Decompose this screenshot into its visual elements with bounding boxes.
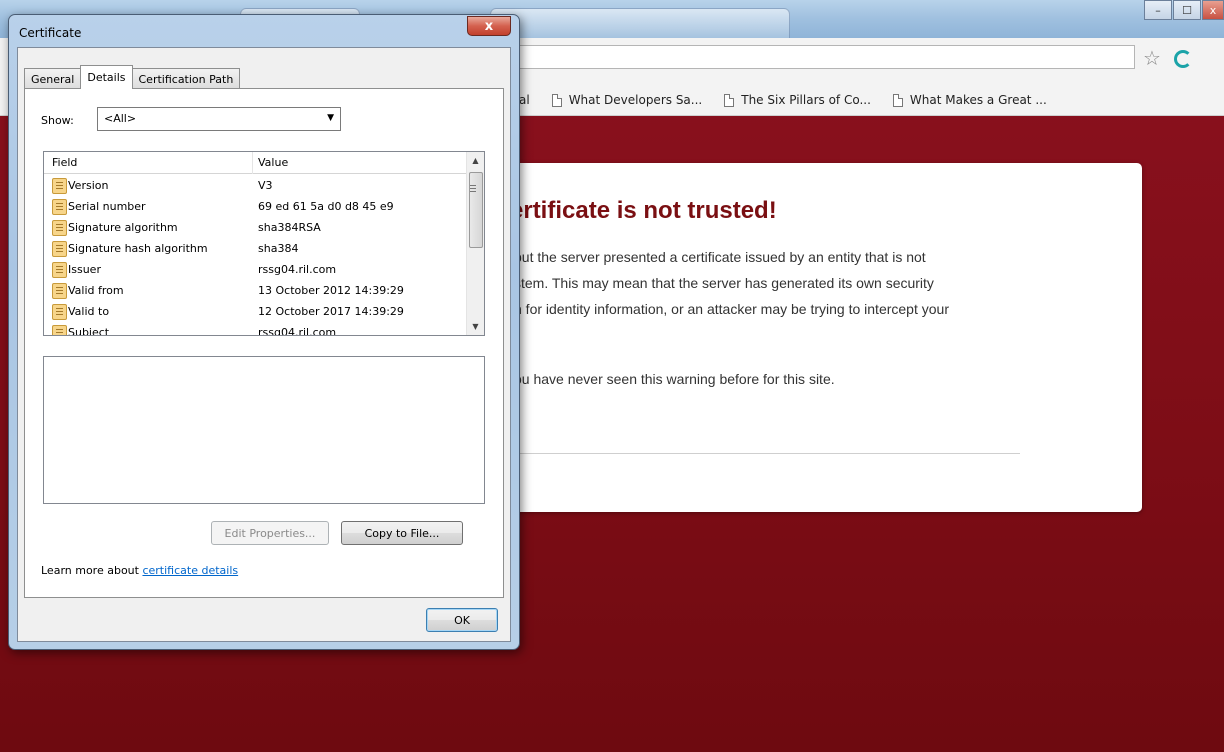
tab-general[interactable]: General	[24, 68, 82, 89]
tab-details[interactable]: Details	[80, 65, 133, 89]
bookmark-label: What Developers Sa...	[568, 93, 703, 107]
column-header-value[interactable]: Value	[258, 156, 288, 169]
field-value: 13 October 2012 14:39:29	[258, 284, 404, 297]
address-bar[interactable]	[515, 45, 1135, 69]
table-row[interactable]: Signature algorithm sha384RSA	[44, 218, 464, 239]
warning-title: ertificate is not trusted!	[510, 197, 777, 224]
field-value: sha384RSA	[258, 221, 321, 234]
bookmark-label: What Makes a Great ...	[909, 93, 1047, 107]
dialog-body: General Details Certification Path Show:…	[17, 47, 511, 642]
field-name: Signature hash algorithm	[68, 242, 208, 255]
show-dropdown-value: <All>	[104, 112, 137, 125]
field-value: V3	[258, 179, 273, 192]
dialog-title: Certificate	[19, 26, 82, 40]
field-name: Signature algorithm	[68, 221, 178, 234]
field-name: Version	[68, 179, 109, 192]
edit-properties-button[interactable]: Edit Properties...	[211, 521, 329, 545]
page-icon	[551, 93, 562, 107]
chevron-down-icon: ▼	[327, 113, 334, 123]
bookmark-item[interactable]: al	[519, 93, 530, 107]
warning-text-line: n for identity information, or an attack…	[514, 301, 949, 317]
certificate-field-icon	[52, 199, 67, 215]
details-panel: Show: <All> ▼ Field Value Version V3 Ser…	[24, 88, 504, 598]
tab-strip: General Details Certification Path	[24, 65, 241, 89]
bookmark-item[interactable]: What Developers Sa...	[551, 93, 703, 107]
list-scrollbar[interactable]: ▲ ▼	[466, 152, 484, 335]
field-value: sha384	[258, 242, 299, 255]
learn-more-text: Learn more about certificate details	[41, 564, 238, 577]
list-header: Field Value	[44, 152, 466, 174]
page-icon	[892, 93, 903, 107]
certificate-field-icon	[52, 220, 67, 236]
learn-more-prefix: Learn more about	[41, 564, 143, 577]
bookmark-item[interactable]: The Six Pillars of Co...	[724, 93, 871, 107]
certificate-field-icon	[52, 304, 67, 320]
certificate-field-icon	[52, 262, 67, 278]
field-value: 69 ed 61 5a d0 d8 45 e9	[258, 200, 394, 213]
certificate-details-link[interactable]: certificate details	[142, 564, 238, 577]
field-name: Subject	[68, 326, 110, 336]
field-name: Valid to	[68, 305, 110, 318]
field-detail-box[interactable]	[43, 356, 485, 504]
grip-icon	[470, 185, 476, 186]
show-label: Show:	[41, 114, 74, 127]
window-controls: – ☐ x	[1143, 0, 1224, 20]
copy-to-file-button[interactable]: Copy to File...	[341, 521, 463, 545]
warning-text-line: but the server presented a certificate i…	[514, 249, 926, 265]
bookmark-item[interactable]: What Makes a Great ...	[892, 93, 1047, 107]
warning-text-line: stem. This may mean that the server has …	[514, 275, 934, 291]
certificate-field-icon	[52, 178, 67, 194]
ok-button[interactable]: OK	[426, 608, 498, 632]
field-value: 12 October 2017 14:39:29	[258, 305, 404, 318]
table-row[interactable]: Valid from 13 October 2012 14:39:29	[44, 281, 464, 302]
page-icon	[724, 93, 735, 107]
dialog-close-button[interactable]: x	[467, 16, 511, 36]
column-divider[interactable]	[252, 152, 253, 174]
bookmarks-list: al What Developers Sa... The Six Pillars…	[519, 86, 1069, 114]
table-row[interactable]: Valid to 12 October 2017 14:39:29	[44, 302, 464, 323]
table-row[interactable]: Version V3	[44, 176, 464, 197]
star-icon[interactable]: ☆	[1143, 46, 1161, 70]
tab-certification-path[interactable]: Certification Path	[131, 68, 241, 89]
browser-tab[interactable]	[490, 8, 790, 38]
maximize-button[interactable]: ☐	[1173, 0, 1201, 20]
field-value: rssg04.ril.com	[258, 263, 337, 276]
scrollbar-thumb[interactable]	[469, 172, 483, 248]
certificate-field-icon	[52, 325, 67, 335]
table-row[interactable]: Issuer rssg04.ril.com	[44, 260, 464, 281]
table-row[interactable]: Signature hash algorithm sha384	[44, 239, 464, 260]
minimize-button[interactable]: –	[1144, 0, 1172, 20]
certificate-dialog: Certificate x General Details Certificat…	[8, 14, 520, 650]
window-close-button[interactable]: x	[1202, 0, 1224, 20]
show-dropdown[interactable]: <All> ▼	[97, 107, 341, 131]
field-value: rssg04.ril.com	[258, 326, 337, 336]
field-name: Issuer	[68, 263, 101, 276]
certificate-field-icon	[52, 283, 67, 299]
table-row[interactable]: Serial number 69 ed 61 5a d0 d8 45 e9	[44, 197, 464, 218]
scroll-up-icon[interactable]: ▲	[467, 152, 484, 169]
field-name: Valid from	[68, 284, 124, 297]
bookmark-label: al	[519, 93, 530, 107]
column-header-field[interactable]: Field	[52, 156, 77, 169]
field-name: Serial number	[68, 200, 146, 213]
certificate-fields-list[interactable]: Field Value Version V3 Serial number 69 …	[43, 151, 485, 336]
ssl-warning-card: ertificate is not trusted! but the serve…	[470, 163, 1142, 512]
extension-icon[interactable]	[1174, 50, 1192, 68]
divider	[514, 453, 1020, 454]
bookmark-label: The Six Pillars of Co...	[741, 93, 871, 107]
scroll-down-icon[interactable]: ▼	[467, 318, 484, 335]
table-row[interactable]: Subject rssg04.ril.com	[44, 323, 464, 336]
warning-text-line: ou have never seen this warning before f…	[514, 371, 835, 387]
certificate-field-icon	[52, 241, 67, 257]
